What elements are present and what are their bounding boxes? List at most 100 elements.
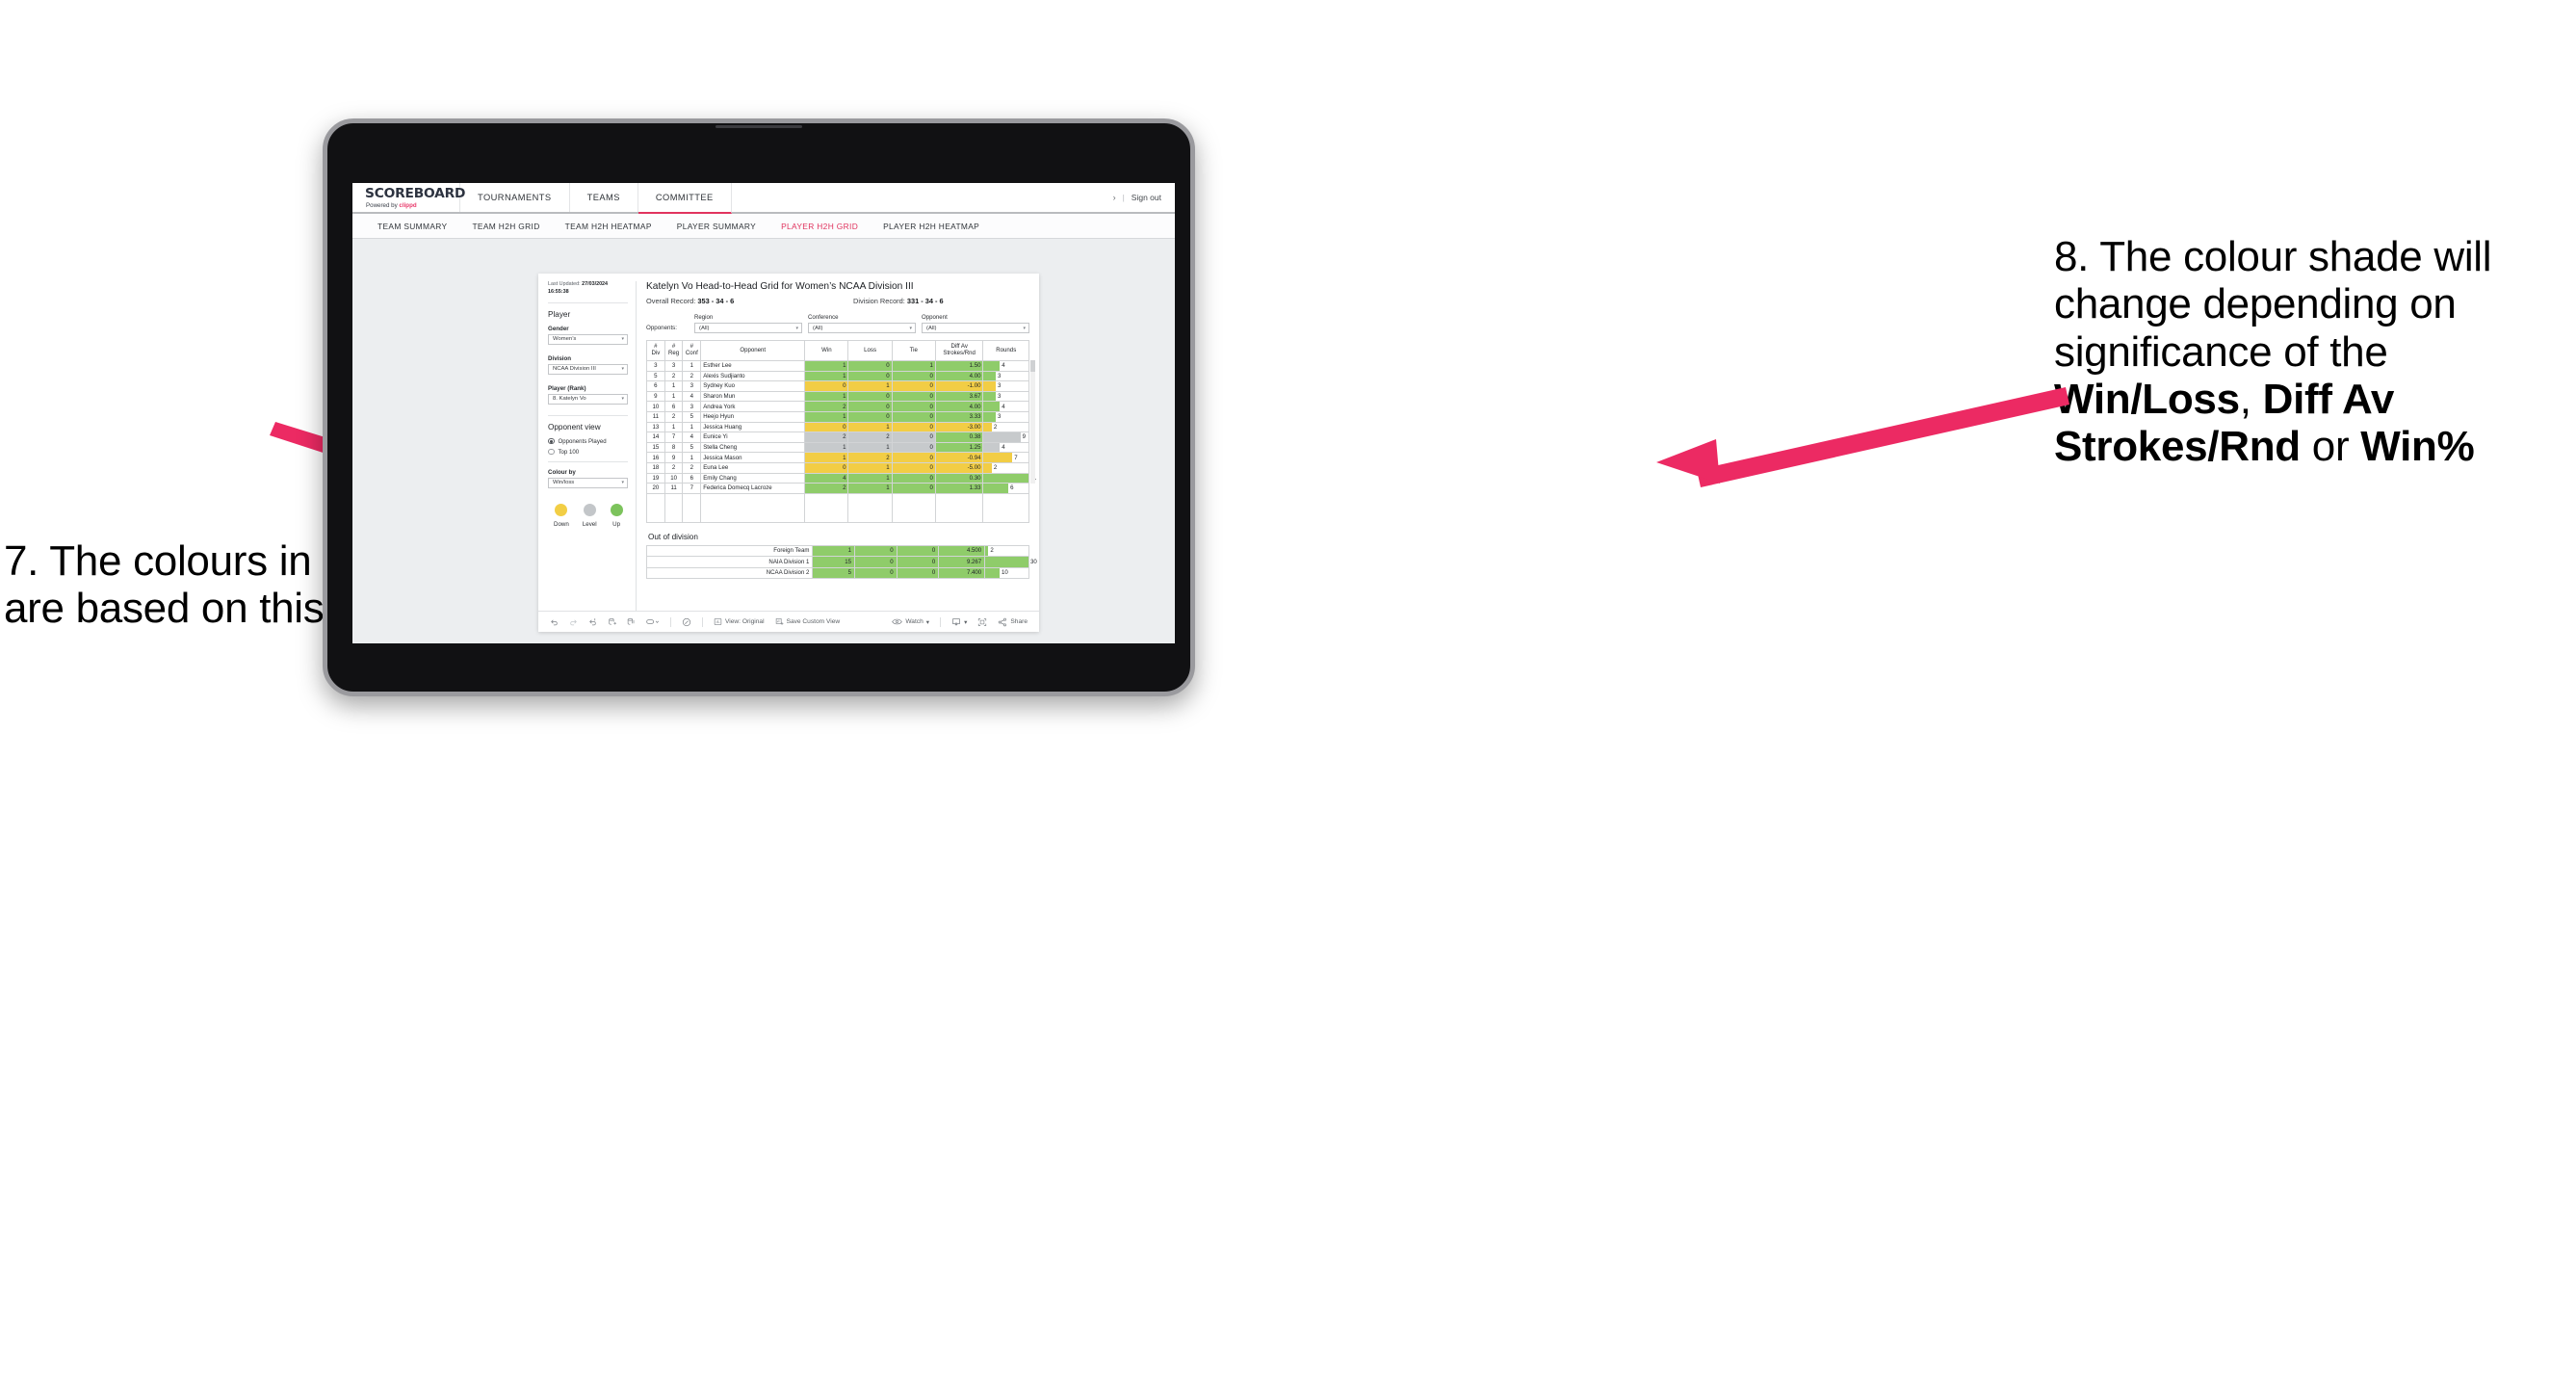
radio-top-100[interactable]: Top 100 [548, 449, 628, 456]
cell-win: 0 [804, 461, 849, 474]
player-rank-label: Player (Rank) [548, 384, 586, 392]
sign-out-button[interactable]: Sign out [1132, 193, 1161, 202]
legend-label-up: Up [612, 520, 621, 528]
table-row[interactable]: 13 1 1 Jessica Huang 0 1 0 -3.00 2 [646, 421, 1029, 433]
h2h-grid-body: 3 3 1 Esther Lee 1 0 1 1.50 4 5 2 2 Alexis Sudjianto… [646, 360, 1036, 523]
rounds-bar [983, 361, 1001, 371]
rounds-value: 3 [998, 393, 1002, 401]
brand-logo[interactable]: SCOREBOARD Powered by clippd [352, 183, 465, 212]
pause-auto-update-icon[interactable] [682, 617, 691, 627]
account-area: › | Sign out [1113, 183, 1175, 212]
table-row[interactable]: 6 1 3 Sydney Kuo 0 1 0 -1.00 3 [646, 380, 1029, 392]
nav-tournaments[interactable]: TOURNAMENTS [460, 183, 570, 212]
cell-conf: 3 [682, 380, 702, 392]
colour-by-select[interactable]: Win/loss ▾ [548, 477, 628, 488]
subnav-team-summary[interactable]: TEAM SUMMARY [377, 222, 447, 231]
revert-icon[interactable] [588, 617, 597, 626]
table-row[interactable]: 20 11 7 Federica Domecq Lacroze 2 1 0 1.33 6 [646, 483, 1029, 494]
fullscreen-icon[interactable] [977, 617, 987, 627]
table-row[interactable]: 15 8 5 Stella Cheng 1 1 0 1.25 4 [646, 441, 1029, 454]
subnav-team-h2h-heatmap[interactable]: TEAM H2H HEATMAP [565, 222, 652, 231]
save-custom-view-button[interactable]: Save Custom View [775, 617, 840, 626]
rounds-bar [983, 442, 1001, 453]
blank-cell [664, 492, 684, 523]
chevron-down-icon: ▾ [621, 366, 624, 373]
opponent-select[interactable]: (All) ▾ [922, 323, 1029, 333]
cell-div: 10 [646, 401, 665, 412]
cell-win: 2 [804, 431, 849, 443]
cell-rounds: 11 [982, 472, 1036, 484]
watch-button[interactable]: Watch ▾ [892, 617, 929, 626]
cell-loss: 1 [847, 380, 893, 392]
col-win[interactable]: Win [804, 340, 849, 361]
share-button[interactable]: Share [998, 617, 1028, 627]
cell-group-name: NAIA Division 1 [645, 556, 814, 568]
cell-opponent: Stella Cheng [700, 441, 806, 454]
division-select[interactable]: NCAA Division III ▾ [548, 363, 628, 375]
cell-tie: 0 [891, 431, 936, 443]
col-conf[interactable]: # Conf [682, 340, 702, 361]
view-original-button[interactable]: View: Original [714, 617, 765, 626]
cell-reg: 3 [664, 360, 684, 372]
player-rank-select[interactable]: 8. Katelyn Vo ▾ [548, 393, 628, 405]
region-label: Region [694, 314, 714, 321]
grid-scrollbar[interactable] [1030, 360, 1035, 484]
table-row[interactable]: 16 9 1 Jessica Mason 1 2 0 -0.94 7 [646, 452, 1029, 463]
cell-div: 19 [646, 472, 665, 484]
subnav-player-summary[interactable]: PLAYER SUMMARY [677, 222, 756, 231]
table-row[interactable]: 11 2 5 Heejo Hyun 1 0 0 3.33 3 [646, 410, 1029, 423]
pill-dropdown-icon[interactable] [646, 617, 660, 626]
nav-committee[interactable]: COMMITTEE [637, 183, 732, 214]
subnav-player-h2h-grid[interactable]: PLAYER H2H GRID [781, 222, 858, 231]
table-row[interactable]: 19106Emily Chang4100.3011 [646, 472, 1036, 484]
nav-teams[interactable]: TEAMS [570, 183, 638, 212]
table-row[interactable]: 14 7 4 Eunice Yi 2 2 0 0.38 9 [646, 431, 1029, 443]
out-of-division-row[interactable]: NCAA Division 2 5 0 0 7.400 10 [645, 566, 1029, 580]
col-opponent[interactable]: Opponent [700, 340, 806, 361]
h2h-grid-table: # Div # Reg # Conf Opponent Win Loss Tie Diff Av St… [646, 340, 1036, 523]
cell-diff-av-strokes: 4.00 [934, 401, 984, 412]
legend-item-level: Level [583, 503, 597, 528]
divider-glyph: | [1122, 193, 1125, 202]
division-record-label: Division Record: [853, 297, 907, 305]
table-row[interactable]: 5 2 2 Alexis Sudjianto 1 0 0 4.00 3 [646, 370, 1029, 382]
col-tie[interactable]: Tie [891, 340, 936, 361]
subnav-team-h2h-grid[interactable]: TEAM H2H GRID [472, 222, 539, 231]
share-label: Share [1010, 618, 1028, 625]
undo-icon[interactable] [550, 617, 559, 626]
table-row[interactable]: 18 2 2 Euna Lee 0 1 0 -5.00 2 [646, 461, 1029, 474]
cell-win: 1 [804, 410, 849, 423]
cell-rounds: 3 [982, 380, 1029, 392]
col-loss[interactable]: Loss [847, 340, 893, 361]
subnav-player-h2h-heatmap[interactable]: PLAYER H2H HEATMAP [883, 222, 979, 231]
cell-reg: 1 [664, 380, 684, 392]
col-div[interactable]: # Div [646, 340, 665, 361]
cell-conf: 4 [682, 431, 702, 443]
radio-opponents-played[interactable]: Opponents Played [548, 438, 628, 445]
download-button[interactable]: ▾ [951, 617, 967, 627]
region-filter: Region (All) ▾ [694, 314, 802, 333]
conference-select[interactable]: (All) ▾ [808, 323, 916, 333]
col-diff-av-strokes[interactable]: Diff Av Strokes/Rnd [934, 340, 984, 361]
out-of-division-title: Out of division [648, 532, 698, 541]
out-of-division-row[interactable]: Foreign Team 1 0 0 4.500 2 [645, 544, 1029, 558]
cell-conf: 6 [682, 472, 702, 484]
col-rounds[interactable]: Rounds [982, 340, 1029, 361]
grid-scrollbar-thumb[interactable] [1030, 360, 1035, 372]
rounds-value: 3 [998, 413, 1002, 421]
refresh-data-icon[interactable] [608, 617, 616, 626]
gender-select[interactable]: Women’s ▾ [548, 333, 628, 345]
chevron-right-icon[interactable]: › [1113, 193, 1116, 202]
redo-icon[interactable] [569, 617, 578, 626]
region-select[interactable]: (All) ▾ [694, 323, 802, 333]
cell-loss: 0 [854, 544, 898, 558]
table-row[interactable]: 10 6 3 Andrea York 2 0 0 4.00 4 [646, 401, 1029, 412]
chevron-down-icon: ▾ [621, 480, 624, 486]
table-row[interactable]: 3 3 1 Esther Lee 1 0 1 1.50 4 [646, 360, 1029, 372]
blank-cell [982, 492, 1029, 523]
pause-data-icon[interactable] [627, 617, 636, 626]
col-reg[interactable]: # Reg [664, 340, 684, 361]
cell-rounds: 4 [982, 360, 1029, 372]
table-row[interactable]: 9 1 4 Sharon Mun 1 0 0 3.67 3 [646, 390, 1029, 403]
out-of-division-row[interactable]: NAIA Division 1 15 0 0 9.267 30 [645, 556, 1037, 568]
